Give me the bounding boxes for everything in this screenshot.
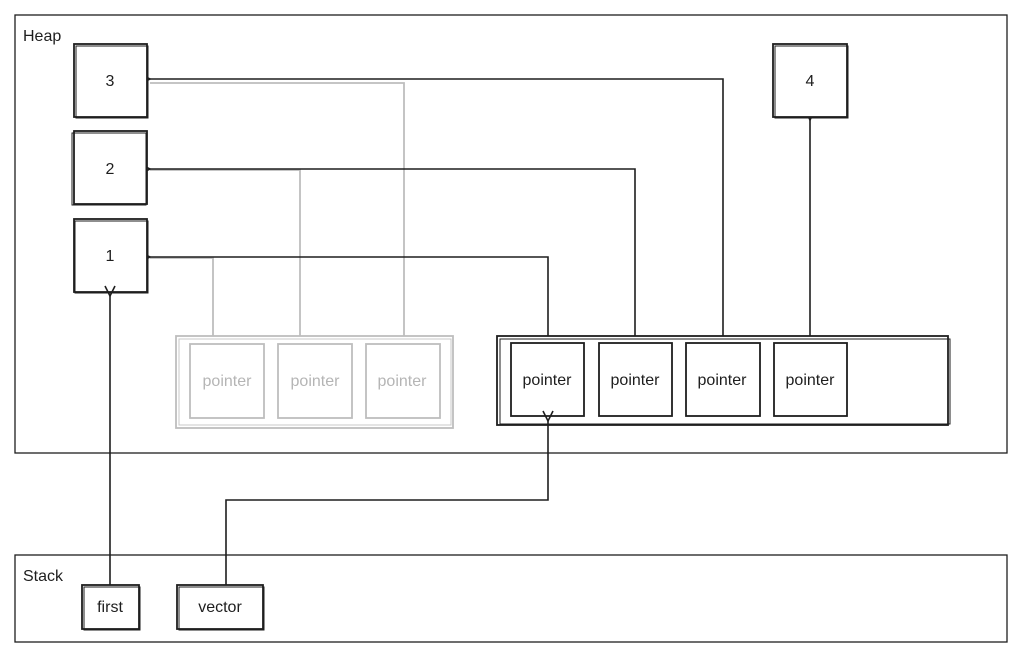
heap-label: Heap <box>23 28 61 45</box>
svg-text:first: first <box>97 599 123 616</box>
pointer-slot: pointer <box>773 342 848 417</box>
memory-diagram: Heap 3 2 1 4 pointer pointer pointer poi… <box>14 14 1008 643</box>
svg-text:pointer: pointer <box>786 372 836 389</box>
heap-value-2: 2 <box>71 130 148 206</box>
old-pointer-arrows <box>150 82 405 344</box>
svg-text:pointer: pointer <box>698 372 748 389</box>
vector-buffer: pointer pointer pointer pointer <box>496 335 951 426</box>
old-vector-buffer: pointer pointer pointer <box>175 335 454 429</box>
new-pointer-arrows <box>150 79 810 343</box>
old-pointer-slot: pointer <box>277 343 353 419</box>
stack-var-vector: vector <box>176 584 265 631</box>
stack-var-first: first <box>81 584 141 631</box>
svg-text:vector: vector <box>198 599 242 616</box>
pointer-slot: pointer <box>510 342 585 417</box>
old-pointer-slot: pointer <box>189 343 265 419</box>
svg-text:1: 1 <box>106 248 115 265</box>
svg-text:pointer: pointer <box>291 373 341 390</box>
stack-label: Stack <box>23 568 64 585</box>
pointer-slot: pointer <box>685 342 761 417</box>
stack-region: Stack <box>14 554 1008 643</box>
heap-value-1: 1 <box>73 218 149 294</box>
svg-text:pointer: pointer <box>203 373 253 390</box>
svg-text:pointer: pointer <box>523 372 573 389</box>
pointer-slot: pointer <box>598 342 673 417</box>
svg-text:4: 4 <box>806 73 815 90</box>
old-pointer-slot: pointer <box>365 343 441 419</box>
svg-text:3: 3 <box>106 73 115 90</box>
svg-text:pointer: pointer <box>611 372 661 389</box>
heap-value-3: 3 <box>73 43 149 119</box>
heap-value-4: 4 <box>772 43 849 119</box>
svg-text:pointer: pointer <box>378 373 428 390</box>
svg-text:2: 2 <box>106 161 115 178</box>
